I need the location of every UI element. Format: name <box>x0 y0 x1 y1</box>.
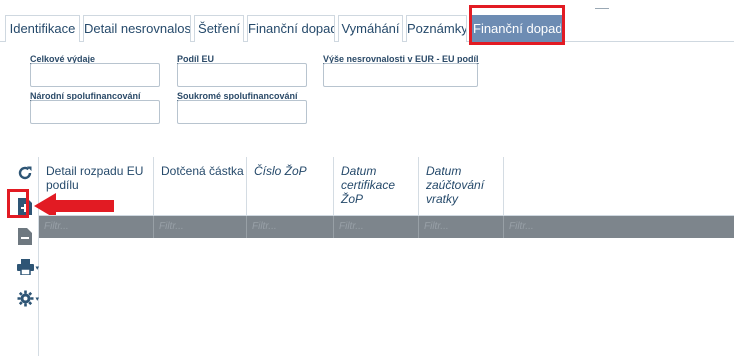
narodni-spolufinancovani-field[interactable] <box>30 100 160 124</box>
remove-record-icon[interactable] <box>14 225 36 247</box>
tab-setreni[interactable]: Šetření <box>194 15 244 42</box>
grid-header: Detail rozpadu EU podílu Dotčená částka … <box>39 157 734 216</box>
podil-eu-field[interactable] <box>177 63 307 87</box>
tab-detail-nesrovnalosti[interactable]: Detail nesrovnalosti <box>83 15 191 42</box>
tab-poznamky[interactable]: Poznámky <box>406 15 467 42</box>
filter-cislo-zop[interactable]: Filtr... <box>247 216 334 238</box>
column-header-datum-certifikace[interactable]: Datum certifikace ŽoP <box>334 157 419 216</box>
column-header-cislo-zop[interactable]: Číslo ŽoP <box>247 157 334 216</box>
soukrome-spolufinancovani-field[interactable] <box>177 100 307 124</box>
settings-icon[interactable]: ▾ <box>14 287 39 309</box>
print-icon[interactable]: ▾ <box>14 256 39 278</box>
filter-datum-certifikace[interactable]: Filtr... <box>334 216 419 238</box>
tab-financni-dopad[interactable]: Finanční dopad <box>247 15 335 42</box>
filter-detail-rozpadu[interactable]: Filtr... <box>39 216 154 238</box>
filter-dotcena-castka[interactable]: Filtr... <box>154 216 247 238</box>
vyse-nesrovnalosti-field[interactable] <box>323 63 478 87</box>
tab-identifikace[interactable]: Identifikace <box>5 15 80 42</box>
refresh-icon[interactable] <box>14 162 36 184</box>
filter-row: Filtr... Filtr... Filtr... Filtr... Filt… <box>39 216 734 238</box>
filter-extra[interactable]: Filtr... <box>504 216 734 238</box>
column-header-dotcena-castka[interactable]: Dotčená částka <box>154 157 247 216</box>
column-header-detail-rozpadu[interactable]: Detail rozpadu EU podílu <box>39 157 154 216</box>
celkove-vydaje-field[interactable] <box>30 63 160 87</box>
data-grid: Detail rozpadu EU podílu Dotčená částka … <box>39 157 734 356</box>
grid-toolbar: ▾ ▾ <box>10 157 39 356</box>
column-header-datum-zauctovani[interactable]: Datum zaúčtování vratky <box>419 157 504 216</box>
column-header-empty <box>504 157 734 216</box>
tab-financni-dopad-active[interactable]: Finanční dopad <box>472 15 562 42</box>
tab-bar: Identifikace Detail nesrovnalosti Šetřen… <box>0 9 734 42</box>
tab-vymahani[interactable]: Vymáhání <box>338 15 403 42</box>
divider <box>595 8 609 9</box>
filter-datum-zauctovani[interactable]: Filtr... <box>419 216 504 238</box>
add-button-highlight-frame <box>7 189 29 218</box>
